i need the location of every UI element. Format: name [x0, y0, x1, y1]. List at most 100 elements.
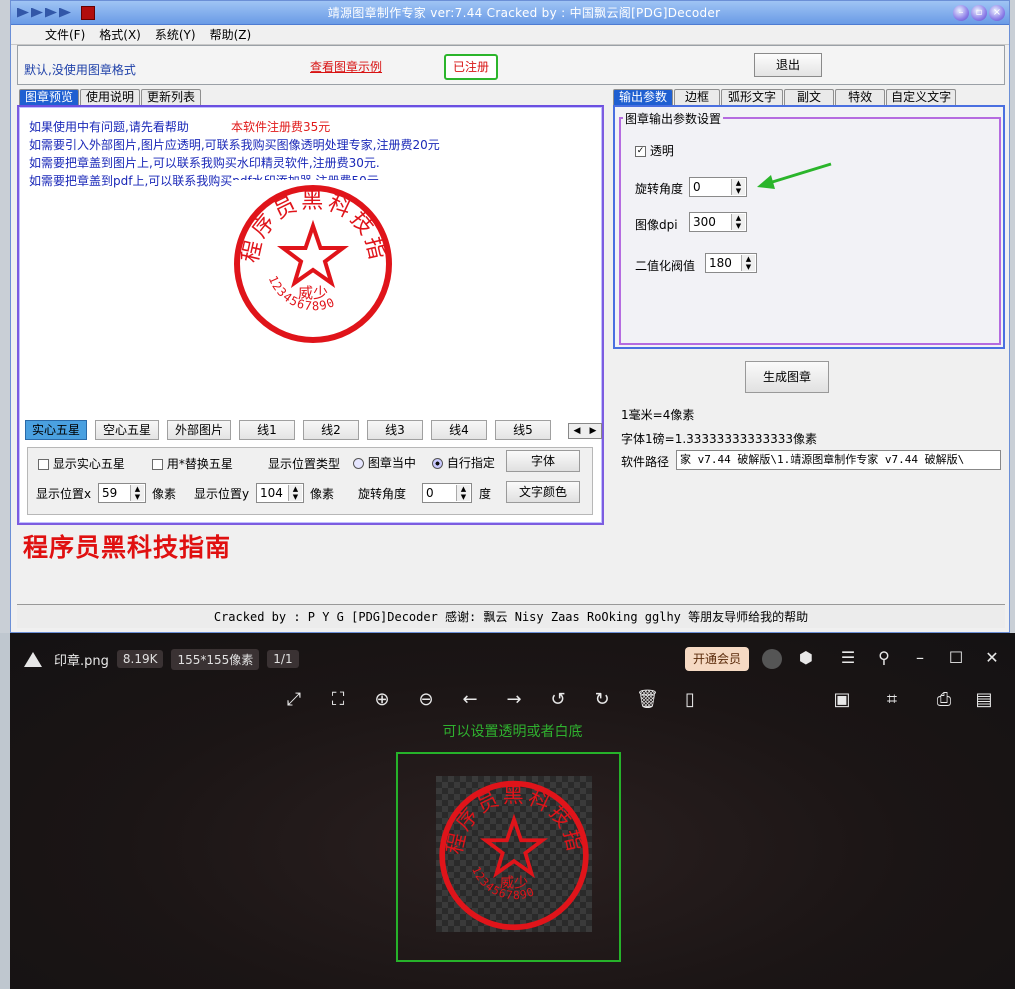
crop-icon[interactable]: ⌗ [882, 691, 902, 711]
menu-icon[interactable]: ☰ [838, 649, 858, 669]
custom-option: 自行指定 [432, 454, 495, 471]
tab-scroll-arrows[interactable]: ◀ ▶ [568, 423, 602, 439]
exit-button[interactable]: 退出 [754, 53, 822, 77]
previous-icon[interactable]: ← [460, 691, 480, 711]
text-color-button[interactable]: 文字颜色 [506, 481, 580, 503]
position-options: 显示实心五星 用*替换五星 显示位置类型 图章当中 自行指定 字体 显示位置x [27, 447, 593, 515]
tab-output-params[interactable]: 输出参数 [613, 89, 674, 105]
mouse-mode-icon[interactable]: ▯ [680, 691, 700, 711]
pos-x-unit: 像素 [152, 487, 177, 501]
tab-preview[interactable]: 图章预览 [19, 89, 80, 105]
spin-arrows-icon[interactable]: ▲ ▼ [130, 485, 144, 501]
pos-x-stepper[interactable]: 59 ▲ ▼ [98, 483, 146, 503]
stamp-name-caption: 程序员黑科技指南 [23, 533, 232, 562]
transparent-stamp-image: 程序员黑科技指南 威少 1234567890 [426, 757, 592, 932]
line2-button[interactable]: 线2 [303, 420, 359, 440]
delete-icon[interactable]: 🗑 [636, 691, 659, 711]
dpi-value: 300 [693, 215, 716, 229]
view-sample-link[interactable]: 查看图章示例 [310, 58, 382, 75]
pos-y-stepper[interactable]: 104 ▲ ▼ [256, 483, 304, 503]
line5-button[interactable]: 线5 [495, 420, 551, 440]
generate-stamp-button[interactable]: 生成图章 [745, 361, 829, 393]
pin-icon[interactable]: ⚲ [874, 649, 894, 669]
show-solid-star-label: 显示实心五星 [52, 457, 125, 471]
stamp-element-buttons: 实心五星 空心五星 外部图片 线1 线2 线3 线4 线5 [25, 420, 551, 440]
menu-format[interactable]: 格式(X) [99, 26, 141, 43]
path-label: 软件路径 [621, 455, 670, 469]
fit-window-icon[interactable]: ⤢ [284, 691, 304, 711]
title-bar: 靖源图章制作专家 ver:7.44 Cracked by : 中国飘云阁[PDG… [11, 1, 1009, 25]
stamp-preview-image: 程序员黑科技指南 威少 1234567890 [219, 161, 394, 345]
rotate-stepper[interactable]: 0 ▲ ▼ [422, 483, 472, 503]
menu-help[interactable]: 帮助(Z) [210, 26, 252, 43]
menu-file[interactable]: 文件(F) [45, 26, 85, 43]
scroll-left-icon[interactable]: ◀ [569, 424, 585, 438]
minimize-icon[interactable]: – [953, 4, 969, 21]
app-window: 靖源图章制作专家 ver:7.44 Cracked by : 中国飘云阁[PDG… [10, 0, 1010, 633]
center-label: 图章当中 [367, 456, 416, 470]
external-image-button[interactable]: 外部图片 [167, 420, 231, 440]
tab-instructions[interactable]: 使用说明 [80, 89, 141, 105]
solid-star-button[interactable]: 实心五星 [25, 420, 87, 440]
actual-size-icon[interactable]: ⛶ [328, 691, 348, 711]
line4-button[interactable]: 线4 [431, 420, 487, 440]
line3-button[interactable]: 线3 [367, 420, 423, 440]
tab-custom-text[interactable]: 自定义文字 [886, 89, 957, 105]
spin-arrows-icon[interactable]: ▲ ▼ [456, 485, 470, 501]
spin-arrows-icon[interactable]: ▲ ▼ [731, 179, 745, 195]
hollow-star-button[interactable]: 空心五星 [95, 420, 159, 440]
avatar[interactable] [762, 649, 782, 669]
restore-icon[interactable]: ▫ [971, 4, 987, 21]
rotate-right-icon[interactable]: ↻ [592, 691, 612, 711]
stamp-arc-text: 程序员黑科技指南 [232, 180, 390, 265]
maximize-icon[interactable]: ☐ [946, 649, 966, 669]
zoom-out-icon[interactable]: ⊖ [416, 691, 436, 711]
left-tab-bar: 图章预览 使用说明 更新列表 [19, 89, 202, 105]
next-icon[interactable]: → [504, 691, 524, 711]
out-rotate-label: 旋转角度 [635, 182, 684, 196]
more-tools-icon[interactable]: ▤ [974, 691, 994, 711]
menu-system[interactable]: 系统(Y) [155, 26, 196, 43]
center-radio[interactable] [353, 458, 364, 469]
software-path-field[interactable]: 家 v7.44 破解版\1.靖源图章制作专家 v7.44 破解版\ [676, 450, 1001, 470]
output-params-panel: 图章输出参数设置 ✓ 透明 旋转角度 0 ▲ ▼ 图像dpi 300 ▲ ▼ 二值化… [613, 105, 1005, 349]
tab-subtext[interactable]: 副文 [784, 89, 835, 105]
transparent-checkbox[interactable]: ✓ [635, 146, 646, 157]
external-image-note: 如需要引入外部图片,图片应透明,可联系我购买图像透明处理专家,注册费20元 [29, 138, 440, 152]
close-icon[interactable]: × [989, 4, 1005, 21]
font-button[interactable]: 字体 [506, 450, 580, 472]
star-icon [277, 219, 349, 288]
vip-button[interactable]: 开通会员 [685, 647, 749, 671]
skin-icon[interactable]: ⬢ [796, 649, 816, 669]
tab-border[interactable]: 边框 [674, 89, 721, 105]
line1-button[interactable]: 线1 [239, 420, 295, 440]
close-icon[interactable]: ✕ [982, 649, 1002, 669]
threshold-stepper[interactable]: 180 ▲ ▼ [705, 253, 757, 273]
position-type-label: 显示位置类型 [268, 457, 341, 471]
zoom-in-icon[interactable]: ⊕ [372, 691, 392, 711]
rotate-left-icon[interactable]: ↺ [548, 691, 568, 711]
svg-text:程序员黑科技指南: 程序员黑科技指南 [436, 776, 588, 856]
scroll-right-icon[interactable]: ▶ [585, 424, 601, 438]
tab-changelog[interactable]: 更新列表 [141, 89, 202, 105]
out-rotate-stepper[interactable]: 0 ▲ ▼ [689, 177, 747, 197]
custom-radio[interactable] [432, 458, 443, 469]
tab-arc-text[interactable]: 弧形文字 [721, 89, 784, 105]
show-solid-star-checkbox[interactable] [38, 459, 49, 470]
center-option: 图章当中 [353, 454, 416, 471]
dpi-stepper[interactable]: 300 ▲ ▼ [689, 212, 747, 232]
spin-arrows-icon[interactable]: ▲ ▼ [741, 255, 755, 271]
replace-star-checkbox[interactable] [152, 459, 163, 470]
viewer-title-bar: 印章.png 8.19K 155*155像素 1/1 [10, 633, 1015, 685]
spin-arrows-icon[interactable]: ▲ ▼ [288, 485, 302, 501]
spin-arrows-icon[interactable]: ▲ ▼ [731, 214, 745, 230]
tab-effects[interactable]: 特效 [835, 89, 886, 105]
minimize-icon[interactable]: – [910, 649, 930, 669]
window-title: 靖源图章制作专家 ver:7.44 Cracked by : 中国飘云阁[PDG… [327, 6, 721, 20]
replace-star-label: 用*替换五星 [166, 457, 233, 471]
watermark-note: 如需要把章盖到图片上,可以联系我购买水印精灵软件,注册费30元. [29, 156, 380, 170]
viewer-logo-icon [22, 650, 44, 668]
pt-to-px-note: 字体1磅=1.33333333333333像素 [621, 432, 818, 446]
image-edit-icon[interactable]: ▣ [832, 691, 852, 711]
print-icon[interactable]: ⎙ [934, 691, 954, 711]
